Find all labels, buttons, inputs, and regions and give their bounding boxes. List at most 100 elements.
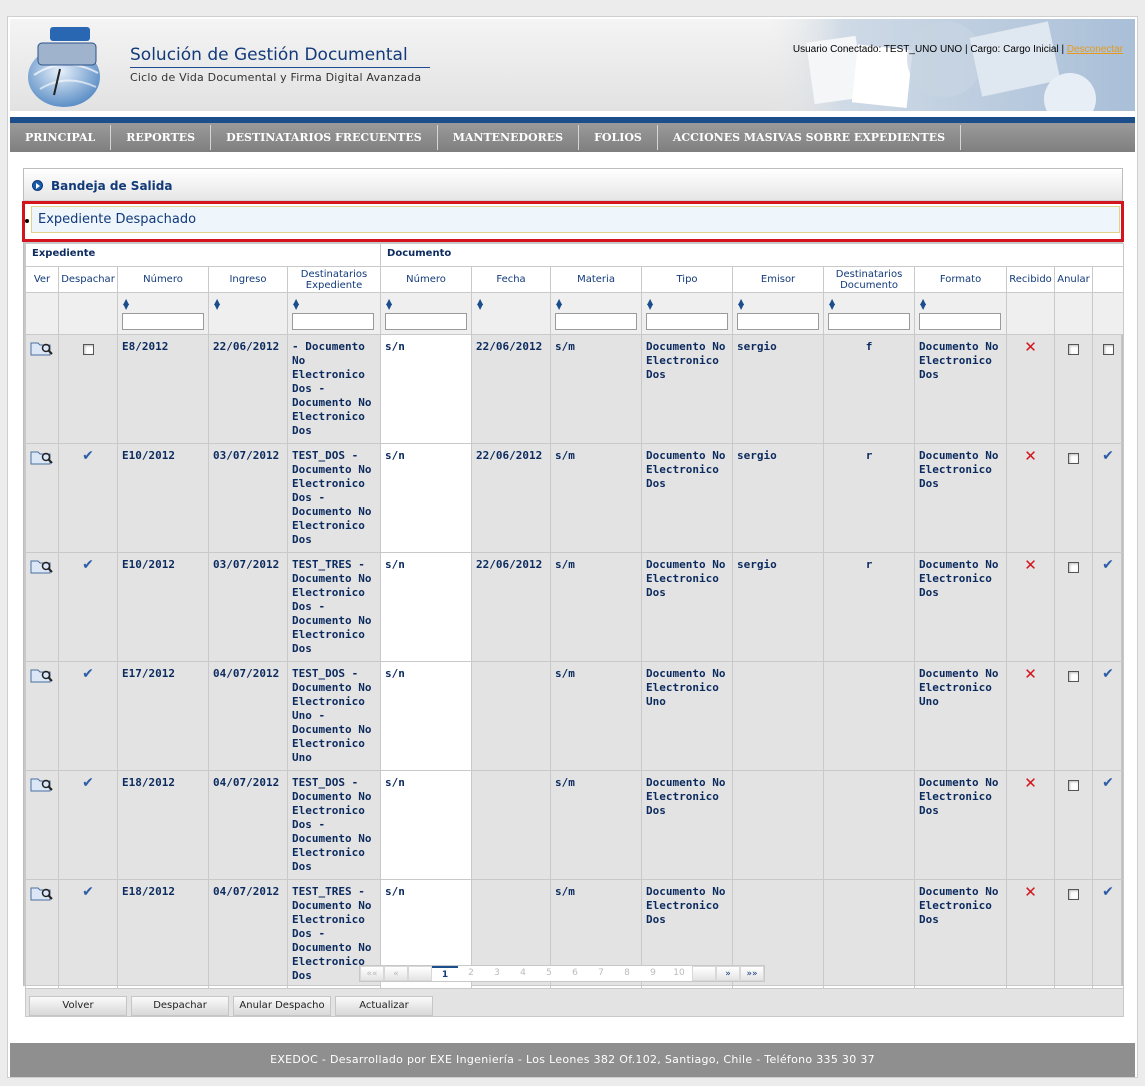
view-folder-icon[interactable]: [30, 449, 54, 465]
pager-page[interactable]: 7: [588, 966, 614, 981]
column-header[interactable]: Fecha: [471, 266, 552, 293]
checkbox[interactable]: [82, 344, 94, 355]
pager-page[interactable]: 6: [562, 966, 588, 981]
column-header[interactable]: Número: [117, 266, 209, 293]
nav-mantenedores[interactable]: MANTENEDORES: [438, 125, 580, 150]
column-header[interactable]: Materia: [550, 266, 643, 293]
tipo-cell: Documento No Electronico Dos: [641, 443, 734, 553]
view-folder-icon[interactable]: [30, 340, 54, 356]
fecha-cell: [471, 770, 552, 880]
pager-prev-button[interactable]: «: [384, 966, 408, 981]
doc-numero-cell: s/n: [380, 552, 473, 662]
column-header[interactable]: Recibido: [1006, 266, 1056, 293]
column-header[interactable]: Formato: [914, 266, 1008, 293]
despachar-button[interactable]: Despachar: [131, 996, 229, 1016]
column-header[interactable]: Despachar: [58, 266, 118, 293]
status-cell: ✔: [1092, 879, 1125, 989]
column-header[interactable]: Destinatarios Expediente: [286, 266, 382, 293]
actualizar-button[interactable]: Actualizar: [335, 996, 433, 1016]
ver-cell: [25, 661, 59, 771]
filter-input[interactable]: [122, 313, 204, 330]
column-header[interactable]: Número: [380, 266, 473, 293]
sort-icon[interactable]: ▲ ▼: [214, 298, 220, 311]
column-header[interactable]: Ingreso: [208, 266, 288, 293]
nav-acciones-masivas[interactable]: ACCIONES MASIVAS SOBRE EXPEDIENTES: [658, 125, 962, 150]
view-folder-icon[interactable]: [30, 776, 54, 792]
volver-button[interactable]: Volver: [29, 996, 127, 1016]
filter-input[interactable]: [737, 313, 820, 330]
ingreso-cell: 03/07/2012: [208, 552, 288, 662]
checkbox[interactable]: [1068, 562, 1080, 573]
sort-icon[interactable]: ▲ ▼: [556, 298, 562, 311]
user-label: Usuario Conectado: TEST_UNO UNO | Cargo:…: [792, 44, 1065, 55]
column-header[interactable]: Destinatarios Documento: [823, 266, 916, 293]
sort-icon[interactable]: ▲ ▼: [293, 298, 299, 311]
pager-page[interactable]: 4: [510, 966, 536, 981]
check-icon: ✔: [82, 666, 94, 682]
column-header[interactable]: Ver: [25, 266, 59, 293]
logout-link[interactable]: Desconectar: [1067, 44, 1123, 55]
materia-cell: s/m: [550, 661, 643, 771]
pager-last-button[interactable]: »»: [740, 966, 764, 981]
filter-input[interactable]: [646, 313, 729, 330]
filter-input[interactable]: [919, 313, 1002, 330]
app-subtitle: Ciclo de Vida Documental y Firma Digital…: [130, 71, 422, 84]
emisor-cell: [732, 661, 825, 771]
doc-numero-cell: s/n: [380, 443, 473, 553]
column-header[interactable]: Tipo: [641, 266, 734, 293]
view-folder-icon[interactable]: [30, 667, 54, 683]
pager-page[interactable]: 10: [666, 966, 692, 981]
ingreso-cell: 04/07/2012: [208, 661, 288, 771]
sort-icon[interactable]: ▲ ▼: [647, 298, 653, 311]
emisor-cell: sergio: [732, 552, 825, 662]
sort-icon[interactable]: ▲ ▼: [386, 298, 392, 311]
recibido-cell: ✕: [1006, 443, 1056, 553]
column-header[interactable]: Emisor: [732, 266, 825, 293]
view-folder-icon[interactable]: [30, 558, 54, 574]
checkbox[interactable]: [1068, 344, 1080, 355]
filter-input[interactable]: [385, 313, 468, 330]
sort-icon[interactable]: ▲ ▼: [920, 298, 926, 311]
sort-icon[interactable]: ▲ ▼: [123, 298, 129, 311]
filter-input[interactable]: [828, 313, 911, 330]
pager-page[interactable]: 1: [432, 966, 458, 981]
filter-cell: ▲ ▼: [641, 292, 734, 335]
filter-row: ▲ ▼ ▲ ▼ ▲ ▼ ▲ ▼ ▲ ▼ ▲ ▼ ▲ ▼ ▲ ▼ ▲ ▼ ▲ ▼: [25, 292, 1125, 335]
nav-folios[interactable]: FOLIOS: [579, 125, 658, 150]
filter-input[interactable]: [555, 313, 638, 330]
checkbox[interactable]: [1102, 344, 1114, 355]
despachar-cell: [58, 334, 118, 444]
sort-icon[interactable]: ▲ ▼: [477, 298, 483, 311]
cross-icon: ✕: [1024, 665, 1037, 683]
emisor-cell: sergio: [732, 443, 825, 553]
pager-page[interactable]: 8: [614, 966, 640, 981]
anular-despacho-button[interactable]: Anular Despacho: [233, 996, 331, 1016]
sort-icon[interactable]: ▲ ▼: [829, 298, 835, 311]
nav-destinatarios-frecuentes[interactable]: DESTINATARIOS FRECUENTES: [211, 125, 438, 150]
cross-icon: ✕: [1024, 338, 1037, 356]
pager-next-button[interactable]: »: [716, 966, 740, 981]
cross-icon: ✕: [1024, 447, 1037, 465]
filter-cell: ▲ ▼: [914, 292, 1008, 335]
nav-principal[interactable]: PRINCIPAL: [10, 125, 112, 150]
filter-cell: ▲ ▼: [732, 292, 825, 335]
pager-page[interactable]: 2: [458, 966, 484, 981]
materia-cell: s/m: [550, 552, 643, 662]
materia-cell: s/m: [550, 334, 643, 444]
recibido-cell: ✕: [1006, 552, 1056, 662]
checkbox[interactable]: [1068, 780, 1080, 791]
pager-page[interactable]: 3: [484, 966, 510, 981]
column-header[interactable]: Anular: [1054, 266, 1094, 293]
sort-icon[interactable]: ▲ ▼: [738, 298, 744, 311]
checkbox[interactable]: [1068, 671, 1080, 682]
view-folder-icon[interactable]: [30, 885, 54, 901]
checkbox[interactable]: [1068, 889, 1080, 900]
pager-page[interactable]: 9: [640, 966, 666, 981]
pager-page[interactable]: 5: [536, 966, 562, 981]
checkbox[interactable]: [1068, 453, 1080, 464]
filter-input[interactable]: [292, 313, 374, 330]
formato-cell: Documento No Electronico Dos: [914, 334, 1008, 444]
pager-first-button[interactable]: ««: [360, 966, 384, 981]
nav-reportes[interactable]: REPORTES: [111, 125, 212, 150]
app-title: Solución de Gestión Documental: [130, 45, 430, 68]
